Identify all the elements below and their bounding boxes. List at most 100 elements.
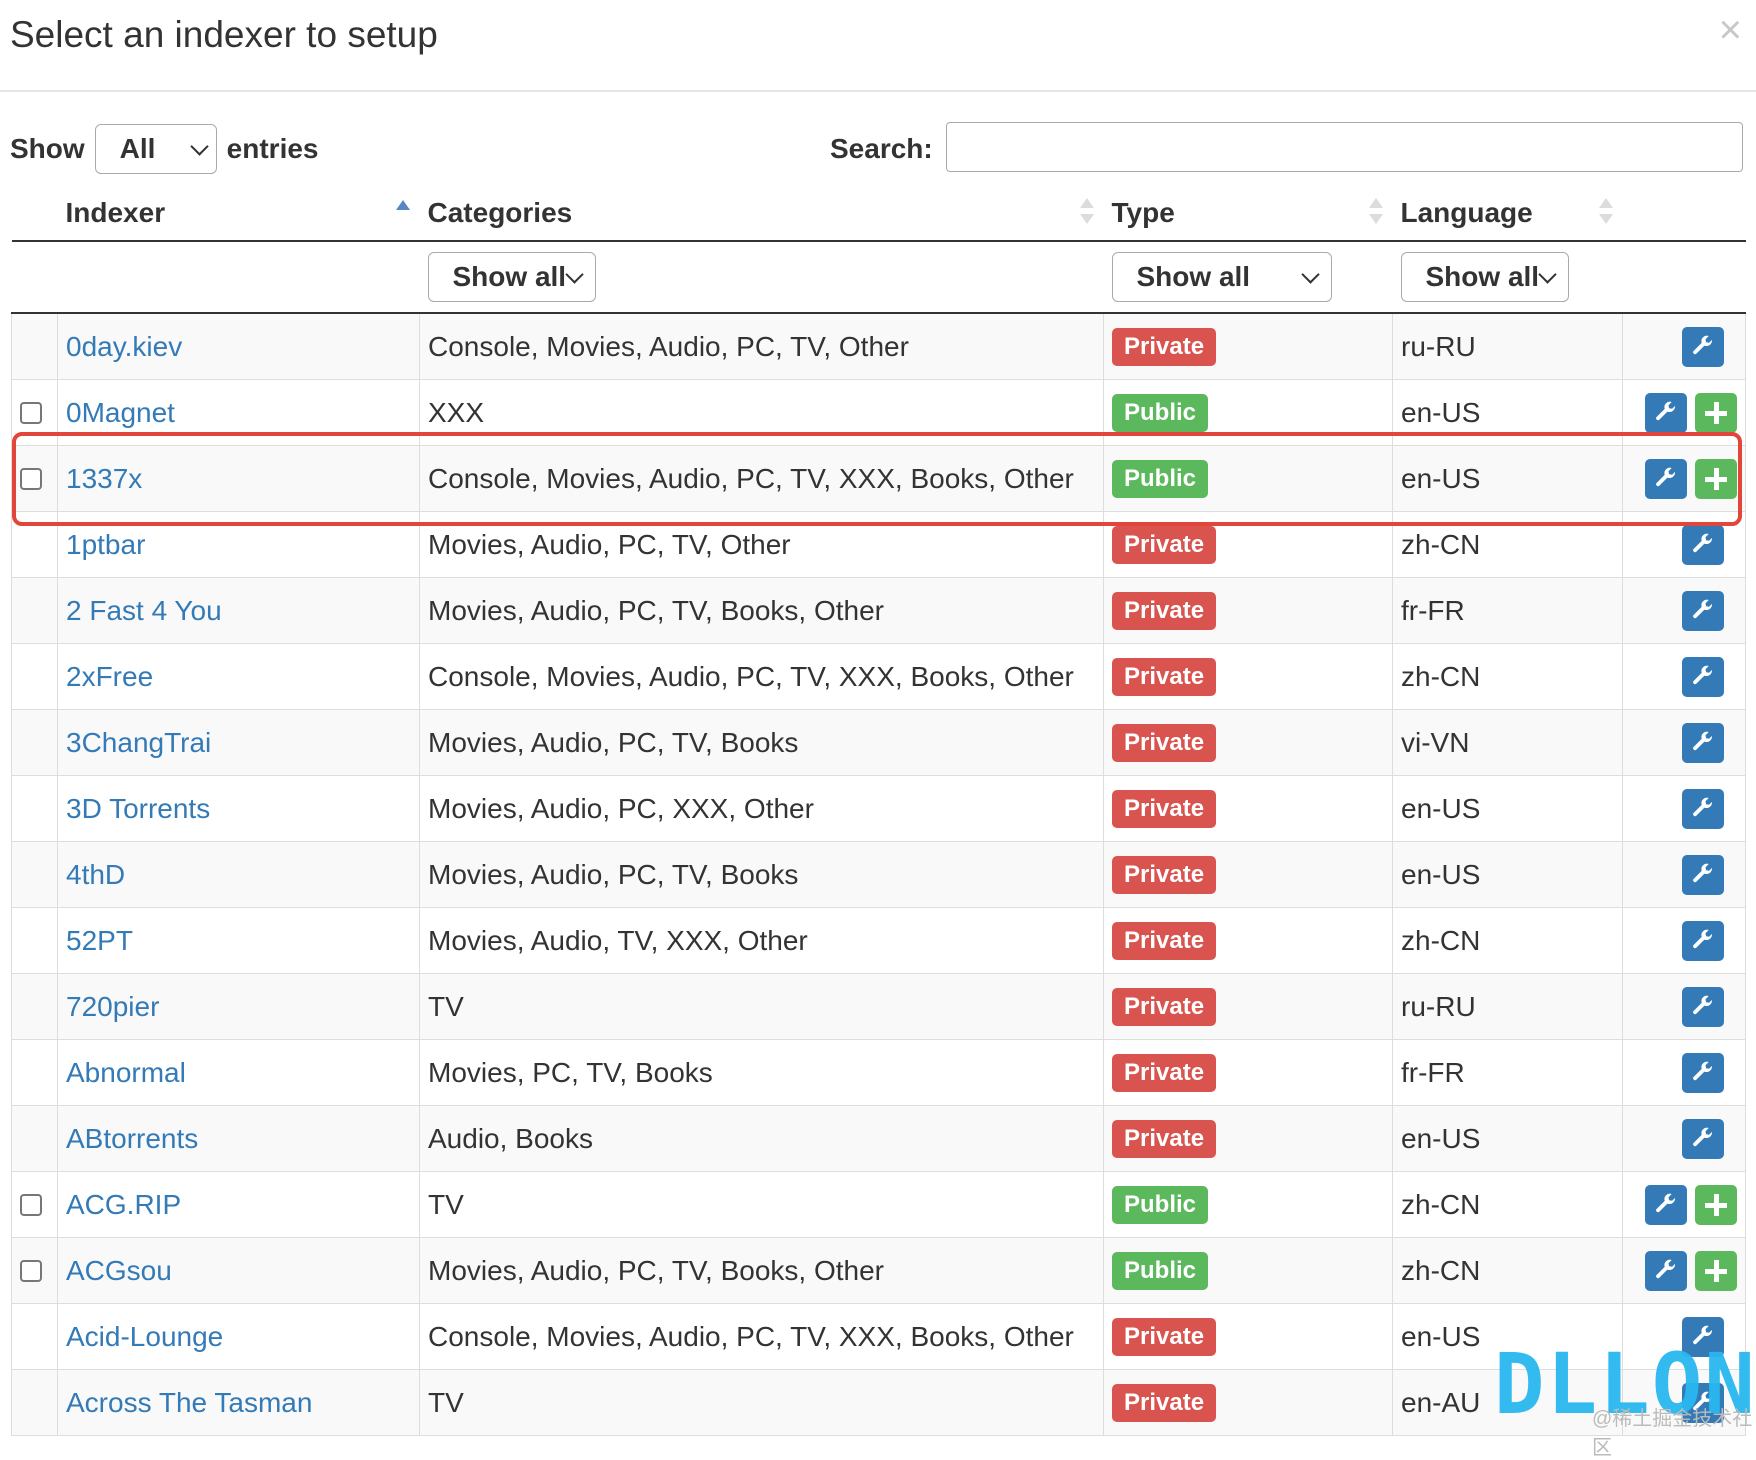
indexer-name-link[interactable]: 1337x: [66, 463, 142, 494]
indexer-name-link[interactable]: Acid-Lounge: [66, 1321, 223, 1352]
table-row: ACGsou Movies, Audio, PC, TV, Books, Othe…: [11, 1237, 1746, 1304]
table-row: 2xFree Console, Movies, Audio, PC, TV, XX…: [11, 643, 1746, 710]
language-cell: ru-RU: [1392, 973, 1623, 1040]
indexer-name-link[interactable]: Across The Tasman: [66, 1387, 312, 1418]
select-cell: [11, 643, 58, 710]
actions-cell: [1622, 445, 1746, 512]
indexer-name-link[interactable]: 2 Fast 4 You: [66, 595, 222, 626]
select-cell: [11, 1369, 58, 1436]
actions-cell: [1622, 841, 1746, 908]
indexer-name-link[interactable]: 2xFree: [66, 661, 153, 692]
row-checkbox[interactable]: [20, 1259, 42, 1282]
indexer-name-cell: Abnormal: [57, 1039, 420, 1106]
language-cell: en-US: [1392, 841, 1623, 908]
column-header-type[interactable]: Type: [1103, 186, 1393, 242]
configure-button[interactable]: [1682, 656, 1724, 697]
column-header-actions: [1622, 186, 1746, 242]
categories-cell: Movies, Audio, PC, TV, Books, Other: [419, 577, 1104, 644]
row-checkbox[interactable]: [20, 467, 42, 490]
header-divider: [0, 90, 1756, 92]
configure-button[interactable]: [1645, 392, 1687, 433]
language-cell: en-US: [1392, 445, 1623, 512]
filter-cell-empty: [1622, 241, 1746, 314]
table-row: 3D Torrents Movies, Audio, PC, XXX, Other…: [11, 775, 1746, 842]
type-filter-select[interactable]: Show all: [1111, 252, 1332, 302]
configure-button[interactable]: [1682, 854, 1724, 895]
sort-ascending-icon: [395, 200, 410, 210]
configure-button[interactable]: [1682, 788, 1724, 829]
categories-filter-select[interactable]: Show all: [427, 252, 596, 302]
table-row: Across The Tasman TV Private en-AU: [11, 1369, 1746, 1436]
indexer-name-link[interactable]: ACG.RIP: [66, 1189, 181, 1220]
indexer-name-link[interactable]: ABtorrents: [66, 1123, 198, 1154]
type-badge: Private: [1112, 657, 1217, 696]
type-badge: Private: [1112, 327, 1217, 366]
indexer-name-link[interactable]: 0Magnet: [66, 397, 175, 428]
configure-button[interactable]: [1645, 1184, 1687, 1225]
indexer-name-link[interactable]: Abnormal: [66, 1057, 186, 1088]
configure-button[interactable]: [1682, 1052, 1724, 1093]
select-cell: [11, 709, 58, 776]
column-header-language[interactable]: Language: [1392, 186, 1623, 242]
add-indexer-button[interactable]: [1695, 392, 1737, 433]
configure-button[interactable]: [1645, 1250, 1687, 1291]
search-label: Search:: [830, 133, 933, 164]
entries-length-select[interactable]: All: [94, 124, 217, 174]
configure-button[interactable]: [1682, 1118, 1724, 1159]
language-filter-select[interactable]: Show all: [1400, 252, 1569, 302]
indexer-name-link[interactable]: 1ptbar: [66, 529, 145, 560]
search-input[interactable]: [946, 122, 1743, 172]
indexer-name-cell: 2xFree: [57, 643, 420, 710]
table-row: 0day.kiev Console, Movies, Audio, PC, TV,…: [11, 313, 1746, 380]
configure-button[interactable]: [1682, 722, 1724, 763]
column-header-categories[interactable]: Categories: [419, 186, 1104, 242]
table-row: ABtorrents Audio, Books Private en-US: [11, 1105, 1746, 1172]
categories-cell: TV: [419, 1369, 1104, 1436]
table-row: Acid-Lounge Console, Movies, Audio, PC, T…: [11, 1303, 1746, 1370]
indexer-name-link[interactable]: 52PT: [66, 925, 133, 956]
indexer-name-link[interactable]: ACGsou: [66, 1255, 172, 1286]
configure-button[interactable]: [1682, 590, 1724, 631]
indexer-name-link[interactable]: 3ChangTrai: [66, 727, 211, 758]
indexer-name-link[interactable]: 720pier: [66, 991, 159, 1022]
configure-button[interactable]: [1682, 326, 1724, 367]
indexer-name-link[interactable]: 3D Torrents: [66, 793, 210, 824]
type-badge: Public: [1112, 393, 1209, 432]
language-cell: fr-FR: [1392, 1039, 1623, 1106]
language-cell: vi-VN: [1392, 709, 1623, 776]
configure-button[interactable]: [1682, 986, 1724, 1027]
table-row: 2 Fast 4 You Movies, Audio, PC, TV, Books…: [11, 577, 1746, 644]
watermark-caption: @稀土掘金技术社区: [1592, 1408, 1753, 1459]
add-indexer-button[interactable]: [1695, 1184, 1737, 1225]
type-badge: Public: [1112, 1251, 1209, 1290]
type-cell: Private: [1103, 643, 1393, 710]
indexer-name-cell: ACG.RIP: [57, 1171, 420, 1238]
table-row: 3ChangTrai Movies, Audio, PC, TV, Books Pr…: [11, 709, 1746, 776]
categories-cell: Audio, Books: [419, 1105, 1104, 1172]
configure-button[interactable]: [1682, 524, 1724, 565]
add-indexer-button[interactable]: [1695, 458, 1737, 499]
column-header-type-label: Type: [1111, 197, 1175, 228]
configure-button[interactable]: [1645, 458, 1687, 499]
select-cell: [11, 1039, 58, 1106]
type-badge: Private: [1112, 987, 1217, 1026]
type-badge: Private: [1112, 1383, 1217, 1422]
row-checkbox[interactable]: [20, 401, 42, 424]
row-checkbox[interactable]: [20, 1193, 42, 1216]
categories-cell: Movies, Audio, PC, TV, Books: [419, 841, 1104, 908]
add-indexer-button[interactable]: [1695, 1250, 1737, 1291]
actions-cell: [1622, 379, 1746, 446]
modal-title: Select an indexer to setup: [10, 14, 438, 55]
indexer-name-cell: 52PT: [57, 907, 420, 974]
language-cell: en-US: [1392, 1105, 1623, 1172]
type-cell: Private: [1103, 577, 1393, 644]
indexer-name-link[interactable]: 0day.kiev: [66, 331, 182, 362]
language-cell: zh-CN: [1392, 1237, 1623, 1304]
configure-button[interactable]: [1682, 920, 1724, 961]
close-icon[interactable]: ×: [1719, 10, 1742, 50]
language-filter-value: Show all: [1425, 261, 1540, 292]
column-header-indexer[interactable]: Indexer: [57, 186, 420, 242]
language-cell: en-US: [1392, 775, 1623, 842]
type-cell: Private: [1103, 709, 1393, 776]
indexer-name-link[interactable]: 4thD: [66, 859, 125, 890]
